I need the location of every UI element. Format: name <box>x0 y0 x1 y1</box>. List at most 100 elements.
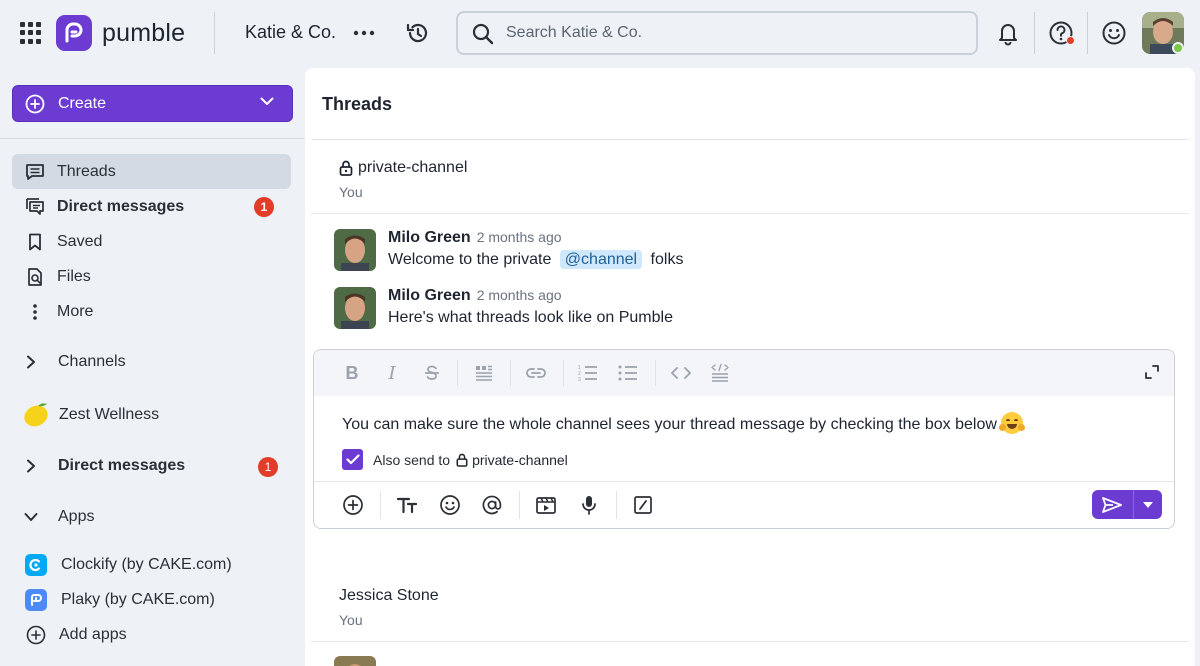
caret-down-icon <box>1143 501 1153 508</box>
numbered-list-icon[interactable]: 123 <box>575 361 601 385</box>
divider <box>311 641 1189 642</box>
plaky-icon <box>25 589 47 611</box>
italic-icon[interactable]: I <box>379 361 405 385</box>
add-apps-label: Add apps <box>59 626 127 643</box>
avatar[interactable] <box>334 287 376 329</box>
sidebar-item-label: Direct messages <box>57 197 185 215</box>
sidebar-item-threads[interactable]: Threads <box>12 154 291 189</box>
threads-icon <box>24 161 46 183</box>
bell-icon[interactable] <box>994 19 1022 47</box>
sidebar-item-zest-wellness[interactable]: Zest Wellness <box>22 402 159 428</box>
author-name[interactable]: Milo Green <box>388 229 471 246</box>
channels-label: Channels <box>58 353 126 370</box>
create-label: Create <box>58 95 107 112</box>
message-text: Welcome to the private <box>388 251 552 268</box>
chevron-down-icon <box>260 97 274 105</box>
workspace-name[interactable]: Katie & Co. <box>245 22 336 43</box>
chevron-down-icon <box>22 512 40 522</box>
clockify-icon <box>25 554 47 576</box>
also-send-channel: private-channel <box>472 451 568 468</box>
sidebar-item-label: Files <box>57 267 91 285</box>
apps-label: Apps <box>58 508 95 525</box>
plus-circle-icon <box>25 94 45 114</box>
thread-header[interactable]: Jessica Stone You <box>339 587 439 628</box>
sidebar-item-plaky[interactable]: Plaky (by CAKE.com) <box>25 589 215 611</box>
mention-icon[interactable] <box>478 491 506 519</box>
search-icon <box>472 23 494 45</box>
strikethrough-icon[interactable] <box>419 361 445 385</box>
author-name[interactable]: Milo Green <box>388 287 471 304</box>
create-button[interactable]: Create <box>12 85 293 122</box>
hugging-face-emoji-icon <box>998 412 1025 434</box>
divider <box>380 491 381 519</box>
thread-participants: You <box>339 612 363 628</box>
more-horizontal-icon[interactable] <box>352 22 376 44</box>
bookmark-icon <box>24 231 46 253</box>
sidebar-item-files[interactable]: Files <box>12 259 291 294</box>
sidebar-item-clockify[interactable]: Clockify (by CAKE.com) <box>25 554 232 576</box>
divider <box>1034 12 1035 54</box>
quote-icon[interactable] <box>471 361 497 385</box>
page-title: Threads <box>322 94 393 114</box>
sidebar-item-direct-messages[interactable]: Direct messages 1 <box>12 189 291 224</box>
sidebar-item-saved[interactable]: Saved <box>12 224 291 259</box>
bullet-list-icon[interactable] <box>615 361 641 385</box>
app-grid-icon[interactable] <box>20 22 42 44</box>
thread-header[interactable]: private-channel You <box>339 159 467 200</box>
svg-text:3: 3 <box>578 377 581 382</box>
send-button[interactable] <box>1092 490 1132 519</box>
send-options-button[interactable] <box>1133 490 1162 519</box>
microphone-icon[interactable] <box>575 491 603 519</box>
avatar[interactable] <box>334 229 376 271</box>
also-send-option: Also send to private-channel <box>342 449 568 470</box>
message-input[interactable]: You can make sure the whole channel sees… <box>342 412 1025 434</box>
search-input[interactable] <box>506 22 946 44</box>
divider <box>1087 12 1088 54</box>
send-icon <box>1102 496 1122 513</box>
sidebar-item-more[interactable]: More <box>12 294 291 329</box>
pumble-logo[interactable]: pumble <box>56 15 185 51</box>
avatar[interactable] <box>334 656 376 666</box>
reply-composer: B I 123 You can make sure the whole chan… <box>313 349 1175 529</box>
divider <box>510 360 511 386</box>
direct-messages-icon <box>24 196 46 218</box>
also-send-checkbox[interactable] <box>342 449 363 470</box>
notification-dot <box>1066 36 1075 45</box>
divider <box>214 12 215 54</box>
plus-circle-icon[interactable] <box>339 491 367 519</box>
video-clip-icon[interactable] <box>532 491 560 519</box>
code-icon[interactable] <box>668 361 694 385</box>
timestamp: 2 months ago <box>476 287 562 303</box>
mention-chip[interactable]: @channel <box>559 250 643 269</box>
channels-section-toggle[interactable]: Channels <box>22 353 126 371</box>
also-send-label: Also send to <box>373 451 451 468</box>
send-button-group <box>1092 490 1162 519</box>
thread-title: Jessica Stone <box>339 587 439 604</box>
text-format-icon[interactable] <box>393 491 421 519</box>
top-bar: pumble Katie & Co. <box>0 0 1200 68</box>
files-icon <box>24 266 46 288</box>
app-label: Plaky (by CAKE.com) <box>61 591 215 608</box>
message-text: folks <box>650 251 684 268</box>
slash-command-icon[interactable] <box>629 491 657 519</box>
help-icon[interactable] <box>1047 19 1075 47</box>
emoji-picker-icon[interactable] <box>436 491 464 519</box>
apps-section-toggle[interactable]: Apps <box>22 508 94 526</box>
sidebar-item-label: More <box>57 302 94 320</box>
threads-panel: Threads private-channel You Milo Green 2 … <box>305 68 1195 666</box>
divider <box>311 213 1189 214</box>
sidebar-item-label: Threads <box>57 162 116 180</box>
lock-icon <box>339 160 353 176</box>
divider <box>655 360 656 386</box>
expand-icon[interactable] <box>1144 364 1160 385</box>
code-block-icon[interactable] <box>707 361 733 385</box>
direct-messages-section-toggle[interactable]: Direct messages 1 <box>22 457 283 477</box>
link-icon[interactable] <box>523 361 549 385</box>
search-bar[interactable] <box>456 11 978 55</box>
online-status-dot <box>1172 42 1184 54</box>
bold-icon[interactable]: B <box>339 361 365 385</box>
add-apps-button[interactable]: Add apps <box>25 624 127 646</box>
thread-participants: You <box>339 184 363 200</box>
smiley-status-icon[interactable] <box>1100 19 1128 47</box>
history-icon[interactable] <box>405 20 431 46</box>
